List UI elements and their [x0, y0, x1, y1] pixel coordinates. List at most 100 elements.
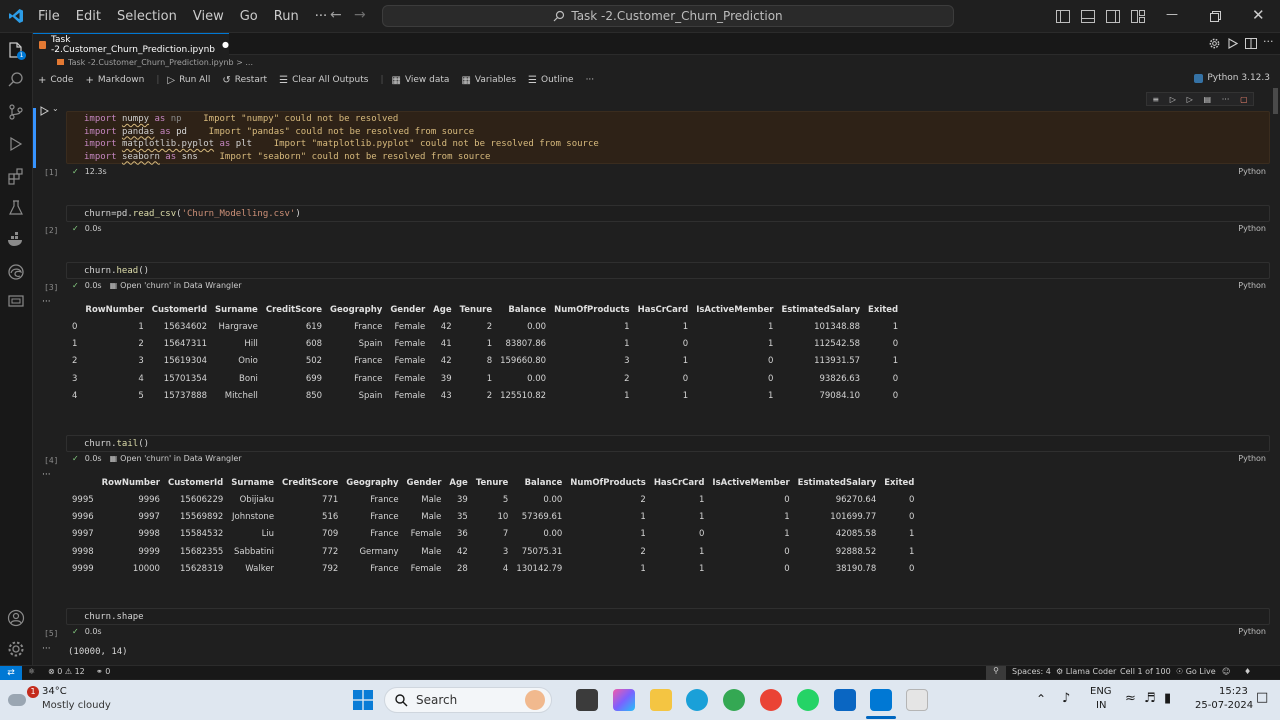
toggle-sidebar-icon[interactable] — [1056, 10, 1070, 23]
llama-coder-indicator[interactable]: ⚙ Llama Coder — [1056, 667, 1116, 676]
vscode-app-icon[interactable] — [870, 689, 892, 711]
cell-language[interactable]: Python — [1238, 281, 1266, 290]
indentation-indicator[interactable]: Spaces: 4 — [1012, 667, 1051, 676]
edge-app-icon[interactable] — [686, 689, 708, 711]
file-manager-app-icon[interactable] — [576, 689, 598, 711]
file-explorer-app-icon[interactable] — [650, 689, 672, 711]
manage-gear-icon[interactable] — [7, 640, 25, 658]
split-cell-icon[interactable]: ▤ — [1203, 95, 1211, 104]
tab-more-actions-icon[interactable]: ··· — [1263, 35, 1274, 48]
linkedin-app-icon[interactable] — [834, 689, 856, 711]
input-language[interactable]: ENG — [1090, 686, 1112, 697]
extensions-icon[interactable] — [7, 167, 25, 185]
customize-layout-icon[interactable] — [1131, 10, 1145, 23]
output-more-icon[interactable]: ··· — [42, 470, 51, 480]
run-by-line-icon[interactable]: ≡ — [1152, 95, 1159, 104]
snipping-tool-app-icon[interactable] — [906, 689, 928, 711]
cell-language[interactable]: Python — [1238, 627, 1266, 636]
execute-below-icon[interactable]: ▷ — [1187, 95, 1193, 104]
add-code-cell-button[interactable]: + Code — [38, 75, 73, 86]
edge-devtools-icon[interactable] — [7, 263, 25, 281]
run-all-button[interactable]: ▷ Run All — [167, 75, 210, 86]
clock-date[interactable]: 25-07-2024 — [1195, 700, 1253, 711]
cell-language[interactable]: Python — [1238, 224, 1266, 233]
tab-notebook[interactable]: Task -2.Customer_Churn_Prediction.ipynb … — [33, 33, 229, 55]
notification-center-icon[interactable]: □ — [1256, 690, 1268, 705]
problems-indicator[interactable]: ⊗ 0 ⚠ 12 — [48, 667, 85, 676]
input-region[interactable]: IN — [1096, 700, 1106, 711]
menu-run[interactable]: Run — [266, 0, 307, 33]
vscode-logo-icon[interactable] — [8, 8, 24, 24]
minimize-icon[interactable]: — — [1166, 7, 1178, 21]
microphone-icon[interactable]: ♪ — [1062, 691, 1070, 706]
delete-cell-icon[interactable]: ▢ — [1240, 95, 1248, 104]
notifications-bell-icon[interactable]: ♦ — [1244, 667, 1251, 676]
code-cell-shape[interactable]: churn.shape — [66, 608, 1270, 625]
execute-above-icon[interactable]: ▷ — [1170, 95, 1176, 104]
zoom-search-icon[interactable]: ⚲ — [986, 666, 1006, 680]
clock-time[interactable]: 15:23 — [1219, 686, 1248, 697]
testing-icon[interactable] — [7, 199, 25, 217]
account-icon[interactable] — [7, 609, 25, 627]
add-markdown-cell-button[interactable]: + Markdown — [85, 75, 144, 86]
kernel-picker[interactable]: Python 3.12.3 — [1194, 73, 1270, 83]
cell-more-icon[interactable]: ··· — [1222, 95, 1230, 104]
run-cell-icon[interactable] — [40, 106, 49, 116]
volume-icon[interactable]: ♬ — [1144, 691, 1156, 706]
outline-button[interactable]: ☰ Outline — [528, 75, 574, 86]
code-cell-head[interactable]: churn.head() — [66, 262, 1270, 279]
breadcrumb[interactable]: Task -2.Customer_Churn_Prediction.ipynb … — [57, 58, 253, 67]
copilot-icon[interactable]: ☺ — [1222, 667, 1230, 676]
open-data-wrangler-link[interactable]: ▦ Open 'churn' in Data Wrangler — [110, 454, 242, 463]
run-notebook-icon[interactable] — [1228, 38, 1238, 49]
search-view-icon[interactable] — [7, 71, 25, 89]
restart-button[interactable]: ↺ Restart — [222, 75, 267, 86]
cell-language[interactable]: Python — [1238, 454, 1266, 463]
toggle-panel-icon[interactable] — [1081, 10, 1095, 23]
command-center-search[interactable]: Task -2.Customer_Churn_Prediction — [382, 5, 954, 27]
menu-edit[interactable]: Edit — [68, 0, 109, 33]
split-editor-icon[interactable] — [1245, 38, 1257, 49]
weather-widget[interactable]: 1 — [8, 686, 39, 712]
menu-selection[interactable]: Selection — [109, 0, 185, 33]
go-live-button[interactable]: ☉ Go Live — [1176, 667, 1216, 676]
chrome-profile-app-icon[interactable] — [760, 689, 782, 711]
unsaved-dot-icon[interactable]: ● — [222, 40, 229, 49]
toggle-secondary-sidebar-icon[interactable] — [1106, 10, 1120, 23]
copilot-app-icon[interactable] — [613, 689, 635, 711]
output-more-icon[interactable]: ··· — [42, 297, 51, 307]
remote-explorer-icon[interactable] — [7, 293, 25, 311]
variables-button[interactable]: ▦ Variables — [461, 75, 516, 86]
maximize-icon[interactable] — [1210, 11, 1221, 22]
cell-run-dropdown-icon[interactable]: ⌄ — [52, 104, 59, 113]
toolbar-more-button[interactable]: ··· — [586, 75, 595, 85]
clear-all-outputs-button[interactable]: ☰ Clear All Outputs — [279, 75, 368, 86]
source-control-icon[interactable] — [7, 103, 25, 121]
remote-indicator-button[interactable]: ⇄ — [0, 666, 22, 680]
open-data-wrangler-link[interactable]: ▦ Open 'churn' in Data Wrangler — [110, 281, 242, 290]
cell-position-indicator[interactable]: Cell 1 of 100 — [1120, 667, 1171, 676]
code-cell-imports[interactable]: import numpy as np Import "numpy" could … — [66, 111, 1270, 164]
ports-indicator[interactable]: ⚭ 0 — [96, 667, 110, 676]
menu-file[interactable]: File — [30, 0, 68, 33]
show-hidden-icons-chevron[interactable]: ⌃ — [1036, 692, 1046, 706]
whatsapp-app-icon[interactable] — [797, 689, 819, 711]
wifi-icon[interactable]: ≈ — [1125, 691, 1136, 706]
docker-icon[interactable] — [7, 231, 25, 249]
scrollbar-thumb[interactable] — [1273, 88, 1278, 114]
menu-go[interactable]: Go — [232, 0, 266, 33]
taskbar-search-box[interactable]: Search — [384, 687, 552, 713]
run-debug-icon[interactable] — [7, 135, 25, 153]
notebook-settings-gear-icon[interactable] — [1209, 38, 1220, 49]
back-arrow-icon[interactable]: ← — [330, 7, 342, 23]
close-icon[interactable]: ✕ — [1252, 6, 1265, 24]
output-more-icon[interactable]: ··· — [42, 644, 51, 654]
menu-view[interactable]: View — [185, 0, 232, 33]
view-data-button[interactable]: ▦ View data — [391, 75, 449, 86]
windows-start-icon[interactable] — [353, 690, 373, 710]
battery-icon[interactable]: ▮ — [1164, 691, 1171, 706]
forward-arrow-icon[interactable]: → — [354, 7, 366, 23]
code-cell-read-csv[interactable]: churn=pd.read_csv('Churn_Modelling.csv') — [66, 205, 1270, 222]
code-cell-tail[interactable]: churn.tail() — [66, 435, 1270, 452]
cell-language[interactable]: Python — [1238, 167, 1266, 176]
